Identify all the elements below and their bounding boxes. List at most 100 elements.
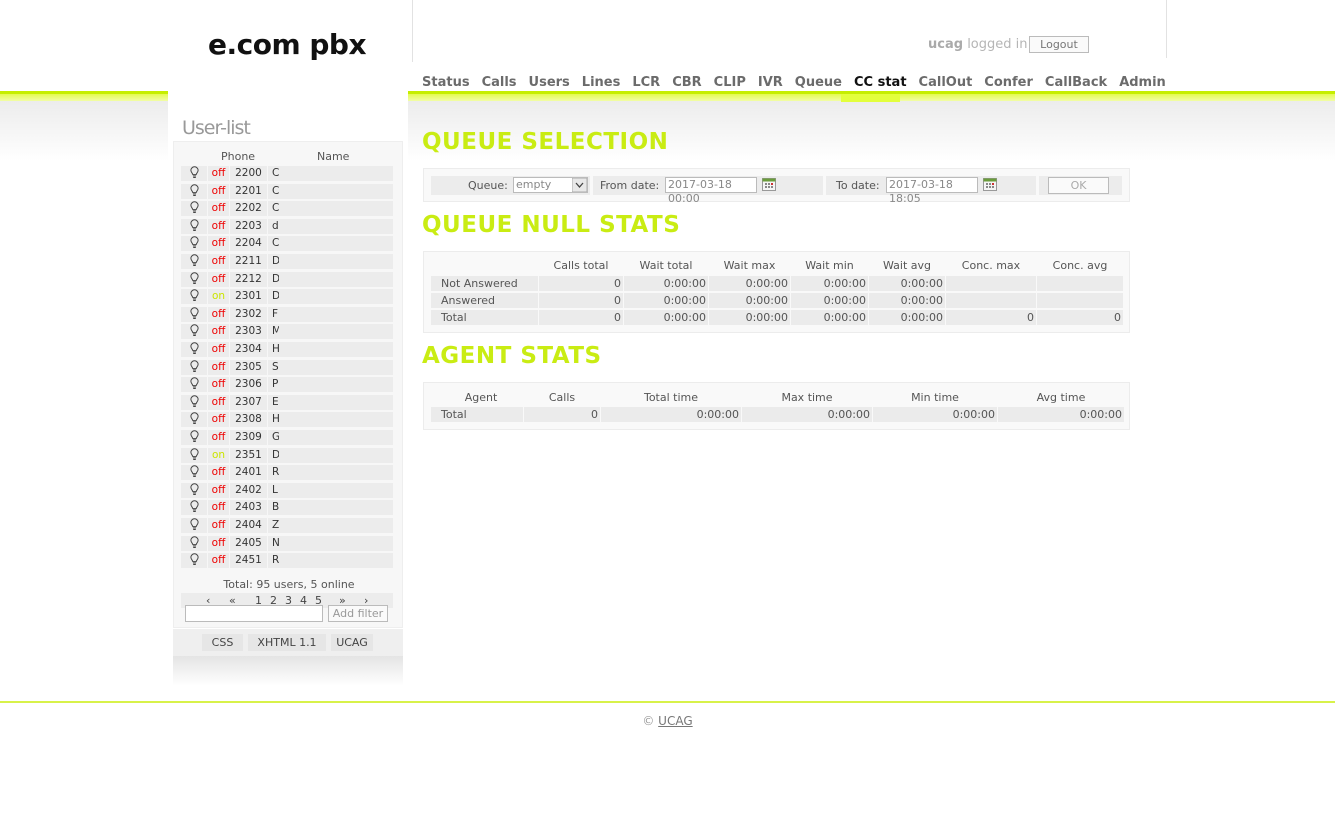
user-phone[interactable]: 2203: [230, 218, 267, 234]
user-name: Bl: [272, 501, 279, 514]
user-row[interactable]: off 2451 R: [181, 553, 393, 569]
xhtml-badge[interactable]: XHTML 1.1: [248, 634, 326, 651]
calendar-icon[interactable]: [983, 178, 997, 191]
user-name: H: [272, 413, 279, 426]
user-phone[interactable]: 2308: [230, 412, 267, 428]
from-date-input[interactable]: 2017-03-18 00:00: [665, 177, 757, 205]
css-badge[interactable]: CSS: [202, 634, 243, 651]
sidebar-footer: CSS XHTML 1.1 UCAG: [173, 629, 403, 656]
user-row[interactable]: off 2304 H: [181, 342, 393, 357]
user-phone[interactable]: 2351: [230, 447, 267, 463]
user-phone[interactable]: 2304: [230, 342, 267, 357]
qns-cell: 0:00:00: [624, 310, 708, 325]
nav-tab-clip[interactable]: CLIP: [708, 74, 752, 92]
user-bulb-cell: [181, 201, 207, 217]
user-row[interactable]: off 2401 R: [181, 465, 393, 481]
user-phone[interactable]: 2303: [230, 324, 267, 340]
nav-tab-queue[interactable]: Queue: [789, 74, 848, 92]
nav-tab-users[interactable]: Users: [523, 74, 576, 92]
chevron-down-icon: [572, 178, 587, 192]
user-phone[interactable]: 2307: [230, 394, 267, 410]
user-phone[interactable]: 2301: [230, 289, 267, 305]
col-phone-header: Phone: [221, 150, 256, 163]
user-row[interactable]: off 2202 C: [181, 201, 393, 217]
user-name-cell: H: [268, 342, 393, 357]
calendar-icon[interactable]: [762, 178, 776, 191]
nav-tab-confer[interactable]: Confer: [978, 74, 1039, 92]
user-name-cell: D: [268, 447, 393, 463]
nav-tab-lines[interactable]: Lines: [576, 74, 627, 92]
nav-tab-ivr[interactable]: IVR: [752, 74, 789, 92]
user-row[interactable]: off 2402 L: [181, 482, 393, 498]
qns-col-header: Wait avg: [882, 259, 931, 272]
add-filter-button[interactable]: Add filter: [328, 605, 388, 622]
user-phone[interactable]: 2402: [230, 482, 267, 498]
nav-tab-cbr[interactable]: CBR: [666, 74, 707, 92]
user-phone[interactable]: 2305: [230, 359, 267, 375]
nav-tab-callback[interactable]: CallBack: [1039, 74, 1113, 92]
user-phone[interactable]: 2306: [230, 377, 267, 393]
user-row[interactable]: off 2204 C: [181, 236, 393, 252]
user-row[interactable]: off 2201 C: [181, 183, 393, 199]
filter-input[interactable]: [185, 605, 323, 622]
user-bulb-cell: [181, 236, 207, 252]
user-phone[interactable]: 2202: [230, 201, 267, 217]
user-row[interactable]: off 2308 H: [181, 412, 393, 428]
user-phone[interactable]: 2212: [230, 271, 267, 287]
user-row[interactable]: off 2302 F: [181, 306, 393, 322]
qns-cell: 0:00:00: [869, 310, 945, 325]
user-row[interactable]: off 2307 E: [181, 394, 393, 410]
user-row[interactable]: off 2211 D: [181, 254, 393, 269]
header-divider: [1166, 0, 1167, 58]
user-row[interactable]: off 2404 Z: [181, 518, 393, 533]
nav-tab-lcr[interactable]: LCR: [626, 74, 666, 92]
user-name-cell: C: [268, 166, 393, 181]
qns-row-label: Not Answered: [431, 276, 538, 291]
ucag-badge[interactable]: UCAG: [331, 634, 373, 651]
user-name-cell: D: [268, 289, 393, 305]
nav-tab-status[interactable]: Status: [416, 74, 476, 92]
nav-tab-cc-stat[interactable]: CC stat: [848, 74, 913, 92]
user-phone[interactable]: 2204: [230, 236, 267, 252]
user-bulb-cell: [181, 377, 207, 393]
user-phone[interactable]: 2403: [230, 500, 267, 516]
user-phone[interactable]: 2405: [230, 535, 267, 551]
user-bulb-cell: [181, 342, 207, 357]
user-row[interactable]: on 2351 D: [181, 447, 393, 463]
user-name-cell: D: [268, 254, 393, 269]
user-phone[interactable]: 2401: [230, 465, 267, 481]
user-name: Si: [272, 360, 279, 373]
ok-button[interactable]: OK: [1048, 177, 1109, 194]
user-row[interactable]: off2305 Si: [181, 359, 393, 375]
user-row[interactable]: off 2200 C: [181, 166, 393, 181]
user-phone[interactable]: 2201: [230, 183, 267, 199]
logout-button[interactable]: Logout: [1029, 36, 1089, 53]
user-phone[interactable]: 2451: [230, 553, 267, 569]
user-status: off: [208, 535, 229, 551]
user-phone[interactable]: 2309: [230, 430, 267, 445]
user-row[interactable]: off 2203 d: [181, 218, 393, 234]
user-row[interactable]: off 2405 N: [181, 535, 393, 551]
user-name-cell: E: [268, 394, 393, 410]
agent-cell: 0:00:00: [601, 407, 741, 422]
user-row[interactable]: off2306 Pi: [181, 377, 393, 393]
user-phone[interactable]: 2211: [230, 254, 267, 269]
user-row[interactable]: off 2212 D: [181, 271, 393, 287]
user-row[interactable]: off 2303 M: [181, 324, 393, 340]
nav-tab-admin[interactable]: Admin: [1113, 74, 1172, 92]
footer-ucag-link[interactable]: UCAG: [658, 714, 692, 728]
user-phone[interactable]: 2200: [230, 166, 267, 181]
user-name: R: [272, 466, 279, 479]
queue-select[interactable]: empty: [513, 177, 588, 193]
user-row[interactable]: off2403 Bl: [181, 500, 393, 516]
user-row[interactable]: on 2301 D: [181, 289, 393, 305]
user-name: L: [272, 483, 278, 496]
nav-tab-callout[interactable]: CallOut: [913, 74, 979, 92]
user-phone[interactable]: 2404: [230, 518, 267, 533]
user-row[interactable]: off 2309 G: [181, 430, 393, 445]
qns-cell: 0:00:00: [869, 276, 945, 291]
user-phone[interactable]: 2302: [230, 306, 267, 322]
to-date-input[interactable]: 2017-03-18 18:05: [886, 177, 978, 205]
qns-col-header: Wait total: [639, 259, 693, 272]
nav-tab-calls[interactable]: Calls: [476, 74, 523, 92]
